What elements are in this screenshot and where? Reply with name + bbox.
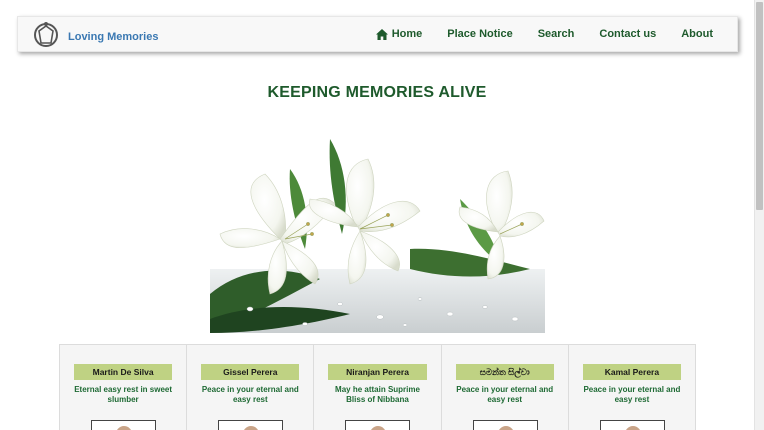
person-portrait-icon	[116, 426, 132, 430]
notice-message: Peace in your eternal and easy rest	[201, 385, 299, 404]
person-portrait-icon	[243, 426, 260, 430]
hero-lilies-image	[210, 129, 545, 333]
page-headline: KEEPING MEMORIES ALIVE	[267, 84, 487, 101]
notice-card[interactable]: Martin De Silva Eternal easy rest in swe…	[60, 345, 188, 430]
notice-message: Peace in your eternal and easy rest	[456, 385, 554, 404]
notice-card[interactable]: Niranjan Perera May he attain Suprime Bl…	[314, 345, 442, 430]
notice-name[interactable]: Gissel Perera	[201, 364, 300, 380]
person-portrait-icon	[370, 426, 387, 430]
nav-about[interactable]: About	[681, 28, 713, 40]
nav-search[interactable]: Search	[538, 28, 575, 40]
notice-name[interactable]: Niranjan Perera	[328, 364, 427, 380]
scrollbar-thumb[interactable]	[756, 2, 763, 210]
nav-place-notice[interactable]: Place Notice	[447, 28, 512, 40]
notice-name[interactable]: Kamal Perera	[582, 364, 682, 380]
notice-photo[interactable]	[472, 420, 538, 430]
nav-home-label: Home	[391, 28, 423, 40]
navbar: Loving Memories Home Place Notice Search…	[17, 16, 738, 52]
page-scrollbar[interactable]	[754, 0, 764, 430]
main-nav: Home Place Notice Search Contact us Abou…	[375, 17, 737, 51]
notice-photo[interactable]	[345, 420, 411, 430]
notice-name[interactable]: සමන්ත සිල්වා	[455, 364, 554, 380]
notice-photo[interactable]	[91, 420, 156, 430]
nav-home[interactable]: Home	[375, 28, 423, 40]
logo-icon[interactable]	[32, 21, 60, 49]
person-portrait-icon	[497, 426, 514, 430]
notice-message: May he attain Suprime Bliss of Nibbana	[335, 385, 420, 404]
notice-cards: Martin De Silva Eternal easy rest in swe…	[59, 344, 696, 430]
notice-name[interactable]: Martin De Silva	[74, 364, 173, 380]
page: Loving Memories Home Place Notice Search…	[0, 0, 764, 430]
notice-message: Peace in your eternal and easy rest	[583, 385, 681, 404]
notice-card[interactable]: සමන්ත සිල්වා Peace in your eternal and e…	[442, 345, 569, 430]
notice-card[interactable]: Gissel Perera Peace in your eternal and …	[187, 345, 315, 430]
notice-card[interactable]: Kamal Perera Peace in your eternal and e…	[569, 345, 695, 430]
notice-photo[interactable]	[218, 420, 284, 430]
notice-message: Eternal easy rest in sweet slumber	[74, 385, 173, 404]
person-portrait-icon	[624, 426, 641, 430]
brand-name[interactable]: Loving Memories	[68, 31, 158, 43]
notice-photo[interactable]	[599, 420, 665, 430]
home-icon	[375, 28, 388, 40]
nav-contact[interactable]: Contact us	[599, 28, 656, 40]
